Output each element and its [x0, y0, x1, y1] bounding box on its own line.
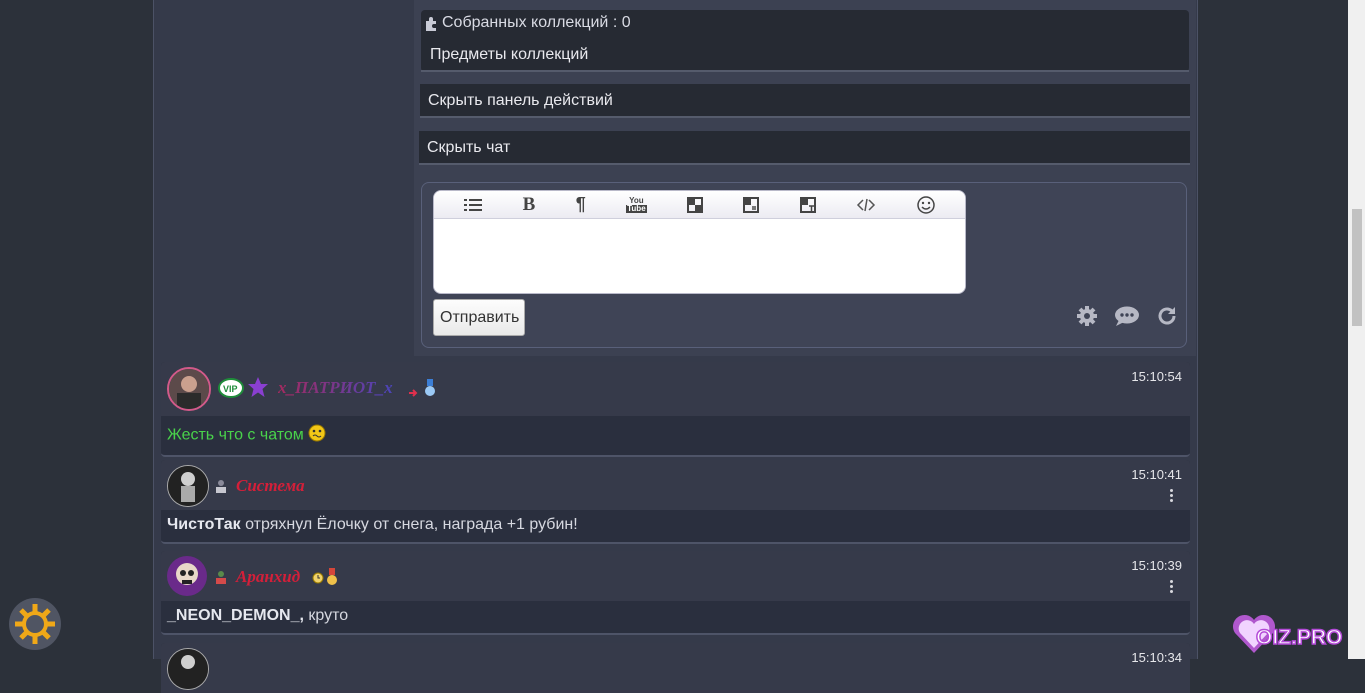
smiley-icon[interactable] [916, 195, 935, 214]
hide-actions-toggle[interactable]: Скрыть панель действий [420, 84, 1190, 118]
message-header: 15:10:34 [161, 643, 1190, 693]
username[interactable]: Аранхид [236, 567, 300, 587]
message-text: Жесть что с чатом [167, 426, 304, 444]
avatar[interactable] [167, 556, 207, 596]
send-button[interactable]: Отправить [433, 299, 525, 336]
puzzle-icon [426, 17, 436, 31]
chat-message: Система 15:10:41 ЧистоТак отряхнул Ёлочк… [161, 460, 1190, 544]
svg-text:VIP: VIP [223, 384, 238, 394]
settings-icon[interactable] [1076, 305, 1098, 332]
username[interactable]: x_ПАТРИОТ_x [278, 378, 393, 398]
user-role-icon [214, 479, 228, 498]
hide-chat-toggle[interactable]: Скрыть чат [419, 131, 1190, 165]
chat-message: Аранхид 15:10:39 _NEON_DEMON_, круто [161, 551, 1190, 635]
page-scrollbar[interactable] [1348, 0, 1365, 659]
message-input[interactable] [434, 219, 965, 289]
action-panel: Собранных коллекций : 0 Предметы коллекц… [414, 0, 1196, 356]
sun-icon [15, 604, 55, 644]
message-time: 15:10:34 [1131, 650, 1182, 665]
bold-icon[interactable]: B [523, 194, 536, 216]
clock-icon [312, 570, 324, 589]
medal-icon [424, 379, 436, 402]
message-body: _NEON_DEMON_, круто [161, 601, 1190, 633]
more-menu-icon[interactable] [1170, 580, 1174, 595]
collection-items-link[interactable]: Предметы коллекций [430, 46, 588, 64]
composer-tools [1076, 305, 1178, 332]
logo-text: OIZ.PRO [1255, 625, 1343, 650]
code-icon[interactable] [856, 198, 876, 212]
message-time: 15:10:39 [1131, 558, 1182, 573]
chat-column: Собранных коллекций : 0 Предметы коллекц… [153, 0, 1198, 693]
avatar[interactable] [167, 465, 209, 507]
confused-smiley-icon [308, 424, 326, 447]
scrollbar-thumb[interactable] [1352, 209, 1362, 326]
theme-toggle-button[interactable] [9, 598, 61, 650]
message-body: Жесть что с чатом [161, 416, 1190, 455]
message-editor: B ¶ You Tube [433, 190, 966, 294]
message-header: Аранхид 15:10:39 [161, 551, 1190, 601]
moderator-icon [214, 570, 228, 589]
message-header: Система 15:10:41 [161, 460, 1190, 510]
vip-badge-icon: VIP [218, 378, 244, 403]
purple-star-icon [247, 376, 269, 403]
message-header: VIP x_ПАТРИОТ_x 15:10:54 [161, 362, 1190, 416]
list-icon[interactable] [464, 198, 483, 212]
paragraph-icon[interactable]: ¶ [576, 194, 586, 215]
collections-block: Собранных коллекций : 0 Предметы коллекц… [421, 10, 1189, 72]
translit-icon[interactable] [799, 196, 816, 213]
chat-message: 15:10:34 [161, 643, 1190, 693]
refresh-icon[interactable] [1156, 305, 1178, 332]
medal-icon [326, 568, 338, 591]
avatar[interactable] [167, 648, 209, 690]
message-time: 15:10:54 [1131, 369, 1182, 384]
collections-count: Собранных коллекций : 0 [424, 14, 631, 32]
spoiler-icon[interactable] [743, 196, 760, 213]
message-composer: B ¶ You Tube Отправить [421, 182, 1187, 348]
message-text: отряхнул Ёлочку от снега, награда +1 руб… [240, 516, 578, 533]
chat-bubble-icon[interactable] [1114, 305, 1140, 332]
more-menu-icon[interactable] [1170, 489, 1174, 504]
message-text: круто [303, 607, 349, 624]
avatar[interactable] [167, 367, 211, 411]
message-time: 15:10:41 [1131, 467, 1182, 482]
arrow-icon [409, 384, 419, 402]
message-body: ЧистоТак отряхнул Ёлочку от снега, награ… [161, 510, 1190, 542]
mentioned-user[interactable]: ЧистоТак [167, 516, 241, 533]
chat-message: VIP x_ПАТРИОТ_x 15:10:54 Жесть что с чат… [161, 362, 1190, 457]
editor-toolbar: B ¶ You Tube [434, 191, 965, 219]
username[interactable]: Система [236, 476, 305, 496]
divider [421, 70, 1189, 72]
quote-icon[interactable] [687, 196, 704, 213]
youtube-icon[interactable]: You Tube [626, 196, 647, 213]
site-logo: OIZ.PRO [1230, 608, 1365, 663]
mentioned-user[interactable]: _NEON_DEMON_, [167, 607, 304, 624]
